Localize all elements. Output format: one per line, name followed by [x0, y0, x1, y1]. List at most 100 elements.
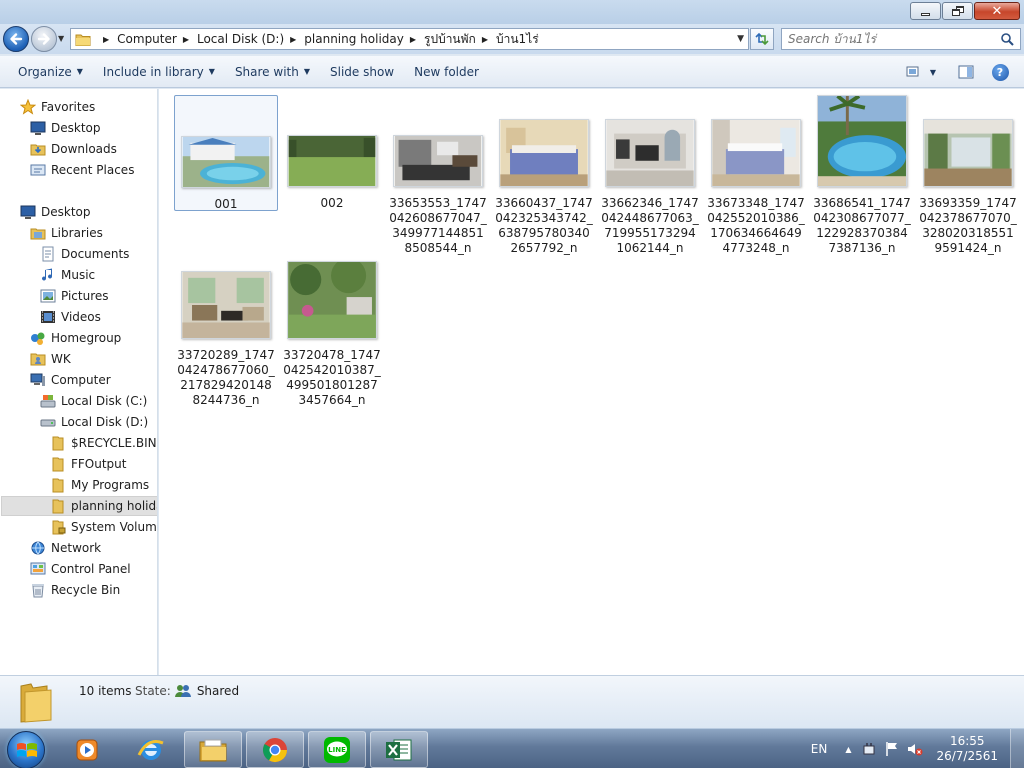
start-button[interactable]	[7, 731, 45, 768]
user-folder-icon	[30, 353, 46, 366]
taskbar-excel[interactable]	[370, 731, 428, 768]
nav-downloads[interactable]: Downloads	[30, 139, 117, 159]
nav-local-disk-d[interactable]: Local Disk (D:)	[40, 412, 148, 432]
nav-videos[interactable]: Videos	[40, 307, 101, 327]
nav-pictures[interactable]: Pictures	[40, 286, 109, 306]
file-name: 002	[320, 196, 344, 210]
nav-desktop[interactable]: Desktop	[20, 202, 91, 222]
file-tile[interactable]: 33662346_1747042448677063_71995517329410…	[598, 95, 702, 256]
clock-date: 26/7/2561	[936, 749, 998, 763]
file-list[interactable]: 001 002 33653553_1747042608677047_34997714…	[159, 89, 1024, 675]
taskbar-line[interactable]: LINE	[308, 731, 366, 768]
address-history-dropdown[interactable]: ▼	[737, 34, 744, 44]
search-icon[interactable]	[1000, 32, 1014, 46]
breadcrumb-separator[interactable]: ▶	[410, 35, 416, 44]
system-tray: EN ▲ 16:55 26/7/2561	[811, 729, 1024, 768]
file-name: 33693359_1747042378677070_32802031855195…	[919, 196, 1017, 255]
file-tile[interactable]: 33720478_1747042542010387_49950180128734…	[280, 247, 384, 408]
more-views-dropdown[interactable]: ▼	[926, 61, 940, 83]
help-icon: ?	[991, 63, 1009, 81]
nav-documents[interactable]: Documents	[40, 244, 129, 264]
new-folder-button[interactable]: New folder	[404, 60, 489, 84]
breadcrumb-separator[interactable]: ▶	[290, 35, 296, 44]
explorer-folders-icon	[199, 739, 227, 761]
search-input[interactable]	[788, 32, 1000, 46]
file-tile[interactable]: 33660437_1747042325343742_63879578034026…	[492, 95, 596, 256]
taskbar-internet-explorer[interactable]	[122, 731, 180, 768]
file-tile[interactable]: 33693359_1747042378677070_32802031855195…	[916, 95, 1020, 256]
clock[interactable]: 16:55 26/7/2561	[936, 734, 998, 764]
nav-control-panel[interactable]: Control Panel	[30, 559, 131, 579]
image-thumbnail	[181, 136, 271, 188]
breadcrumb-computer[interactable]: Computer	[117, 32, 177, 46]
change-view-button[interactable]	[902, 61, 926, 83]
share-with-button[interactable]: Share with ▼	[225, 60, 320, 84]
details-pane: 10 items State: Shared	[0, 675, 1024, 728]
recent-pages-dropdown[interactable]: ▼	[58, 34, 66, 43]
breadcrumb-current-folder[interactable]: บ้าน1ไร่	[496, 30, 539, 49]
file-tile[interactable]: 33686541_1747042308677077_12292837038473…	[810, 94, 914, 256]
nav-favorites[interactable]: Favorites	[20, 97, 95, 117]
nav-recycle-bin[interactable]: Recycle Bin	[30, 580, 120, 600]
nav-label: FFOutput	[71, 457, 127, 471]
nav-label: Recent Places	[51, 163, 135, 177]
taskbar: LINE EN ▲ 16:55 26/7/2561	[0, 728, 1024, 768]
breadcrumb-local-disk-d[interactable]: Local Disk (D:)	[197, 32, 284, 46]
search-box[interactable]	[781, 28, 1021, 50]
image-thumbnail	[923, 119, 1013, 187]
preview-pane-button[interactable]	[954, 61, 978, 83]
nav-music[interactable]: Music	[40, 265, 95, 285]
breadcrumb-separator[interactable]: ▶	[482, 35, 488, 44]
nav-ffoutput[interactable]: FFOutput	[50, 454, 127, 474]
nav-homegroup[interactable]: Homegroup	[30, 328, 121, 348]
volume-muted-icon[interactable]	[907, 741, 923, 757]
address-bar[interactable]: ▶ Computer ▶ Local Disk (D:) ▶ planning …	[70, 28, 749, 50]
back-button[interactable]	[3, 26, 29, 52]
file-tile[interactable]: 33720289_1747042478677060_21782942014882…	[174, 247, 278, 408]
minimize-button[interactable]	[910, 2, 941, 20]
taskbar-windows-explorer[interactable]	[184, 731, 242, 768]
nav-wk[interactable]: WK	[30, 349, 71, 369]
file-tile[interactable]: 33653553_1747042608677047_34997714485185…	[386, 95, 490, 256]
file-tile[interactable]: 002	[280, 95, 384, 211]
nav-system-volume[interactable]: System Volume Information	[50, 517, 157, 537]
nav-planning-holiday[interactable]: planning holiday	[1, 496, 157, 516]
language-indicator[interactable]: EN	[811, 742, 828, 756]
file-tile[interactable]: 33673348_1747042552010386_17063466464947…	[704, 95, 808, 256]
downloads-folder-icon	[30, 144, 46, 156]
breadcrumb-planning-holiday[interactable]: planning holiday	[304, 32, 404, 46]
breadcrumb-house-photos[interactable]: รูปบ้านพัก	[424, 30, 476, 49]
nav-computer[interactable]: Computer	[30, 370, 111, 390]
show-desktop-button[interactable]	[1010, 729, 1024, 768]
network-icon	[31, 541, 45, 555]
restore-button[interactable]	[942, 2, 973, 20]
nav-label: System Volume Information	[71, 520, 157, 534]
nav-recent-places[interactable]: Recent Places	[30, 160, 134, 180]
nav-desktop-favorite[interactable]: Desktop	[30, 118, 101, 138]
taskbar-google-chrome[interactable]	[246, 731, 304, 768]
sharing-state: State: Shared	[135, 684, 239, 698]
slide-show-button[interactable]: Slide show	[320, 60, 404, 84]
close-button[interactable]: ✕	[974, 2, 1020, 20]
organize-button[interactable]: Organize ▼	[8, 60, 93, 84]
file-tile[interactable]: 001	[174, 95, 278, 211]
breadcrumb-separator[interactable]: ▶	[103, 35, 109, 44]
help-button[interactable]: ?	[988, 61, 1012, 83]
breadcrumb-separator[interactable]: ▶	[183, 35, 189, 44]
include-in-library-button[interactable]: Include in library ▼	[93, 60, 225, 84]
nav-network[interactable]: Network	[30, 538, 101, 558]
nav-libraries[interactable]: Libraries	[30, 223, 103, 243]
state-value: Shared	[196, 684, 240, 698]
show-hidden-icons-button[interactable]: ▲	[845, 745, 851, 754]
forward-button[interactable]	[31, 26, 57, 52]
media-player-icon	[76, 739, 98, 760]
item-count: 10 items	[79, 684, 132, 698]
power-plug-icon[interactable]	[861, 741, 877, 757]
nav-my-programs[interactable]: My Programs	[50, 475, 149, 495]
action-center-flag-icon[interactable]	[884, 741, 900, 757]
window-controls: ✕	[909, 2, 1020, 20]
nav-local-disk-c[interactable]: Local Disk (C:)	[40, 391, 147, 411]
taskbar-media-player[interactable]	[58, 731, 116, 768]
refresh-button[interactable]	[750, 28, 774, 50]
nav-recycle-bin-folder[interactable]: $RECYCLE.BIN	[50, 433, 157, 453]
